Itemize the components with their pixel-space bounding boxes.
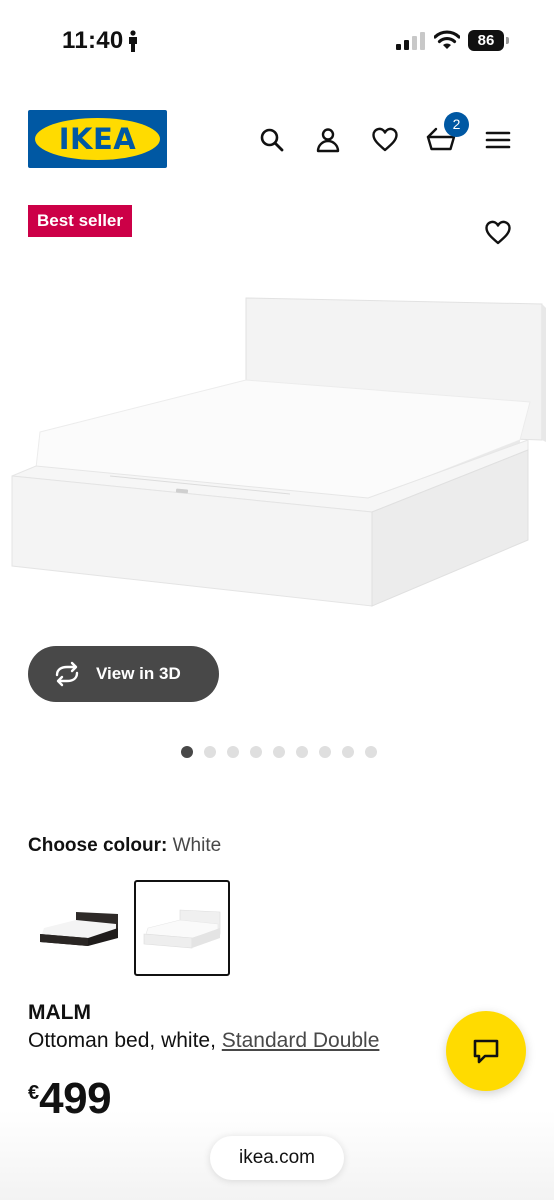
product-description-text: Ottoman bed, white, <box>28 1029 222 1052</box>
browser-url-bar[interactable]: ikea.com <box>210 1136 344 1180</box>
logo-text: IKEA <box>58 122 137 156</box>
product-name: MALM <box>28 1001 91 1024</box>
carousel-dot[interactable] <box>250 746 262 758</box>
ikea-logo[interactable]: IKEA <box>28 110 167 168</box>
bed-size-link[interactable]: Standard Double <box>222 1029 380 1052</box>
add-to-wishlist-heart-icon[interactable] <box>483 218 513 248</box>
account-icon[interactable] <box>313 125 343 155</box>
carousel-dot[interactable] <box>227 746 239 758</box>
colour-swatch-black-brown[interactable] <box>32 880 128 976</box>
heart-icon[interactable] <box>370 125 400 155</box>
menu-icon[interactable] <box>483 125 513 155</box>
carousel-dot[interactable] <box>365 746 377 758</box>
battery-icon: 86 <box>468 30 510 51</box>
carousel-dot[interactable] <box>204 746 216 758</box>
cellular-signal-icon <box>396 32 425 50</box>
carousel-dot[interactable] <box>273 746 285 758</box>
product-description: Ottoman bed, white, Standard Double <box>28 1029 379 1053</box>
site-header: IKEA <box>0 100 554 180</box>
colour-swatch-white-selected[interactable] <box>134 880 230 976</box>
carousel-dot[interactable] <box>319 746 331 758</box>
rotate-3d-icon <box>55 661 79 687</box>
carousel-dot[interactable] <box>296 746 308 758</box>
view-in-3d-label: View in 3D <box>96 664 181 683</box>
view-in-3d-button[interactable]: View in 3D <box>28 646 219 702</box>
best-seller-badge: Best seller <box>28 205 132 237</box>
price-currency: € <box>28 1082 40 1104</box>
wifi-icon <box>434 30 460 49</box>
search-icon[interactable] <box>257 125 287 155</box>
battery-level: 86 <box>468 30 504 51</box>
status-bar: 11:40 86 <box>0 0 554 84</box>
choose-colour-heading: Choose colour: White <box>28 835 221 857</box>
person-icon <box>129 30 137 52</box>
carousel-dot[interactable] <box>181 746 193 758</box>
image-carousel-dots <box>181 746 377 758</box>
chat-button[interactable] <box>446 1011 526 1091</box>
product-image-bed[interactable] <box>0 290 554 620</box>
choose-colour-label: Choose colour: <box>28 835 168 856</box>
selected-colour-value: White <box>172 835 222 856</box>
cart-count-badge: 2 <box>444 112 469 137</box>
chat-icon <box>473 1039 499 1064</box>
carousel-dot[interactable] <box>342 746 354 758</box>
status-time: 11:40 <box>62 27 124 54</box>
